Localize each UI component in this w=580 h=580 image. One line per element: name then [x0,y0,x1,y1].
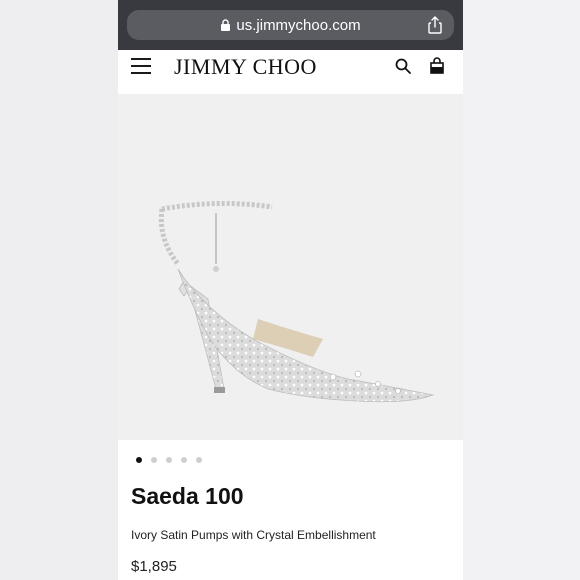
gallery-dot[interactable] [166,457,172,463]
product-price: $1,895 [131,558,177,575]
product-name: Saeda 100 [131,483,244,509]
product-image-gallery[interactable] [118,94,463,440]
brand-logo[interactable]: JIMMY CHOO [174,54,317,80]
url-text: us.jimmychoo.com [236,16,361,34]
gallery-dot[interactable] [151,457,157,463]
product-image [158,200,435,403]
shopping-bag-icon[interactable] [429,57,445,75]
site-header: JIMMY CHOO [118,50,463,94]
gallery-dot[interactable] [196,457,202,463]
url-field[interactable]: us.jimmychoo.com [127,10,454,40]
phone-screen: us.jimmychoo.com JIMMY CHOO Saeda 100 Iv… [118,0,463,580]
product-description: Ivory Satin Pumps with Crystal Embellish… [131,528,376,542]
lock-icon [221,19,231,31]
gallery-dot[interactable] [181,457,187,463]
search-icon[interactable] [394,57,412,75]
gallery-dot[interactable] [136,457,142,463]
hamburger-menu-icon[interactable] [131,58,151,74]
share-icon[interactable] [425,15,445,35]
background-right [463,0,580,580]
background-left [0,0,118,580]
browser-address-bar: us.jimmychoo.com [118,0,463,50]
gallery-pagination [136,456,202,464]
